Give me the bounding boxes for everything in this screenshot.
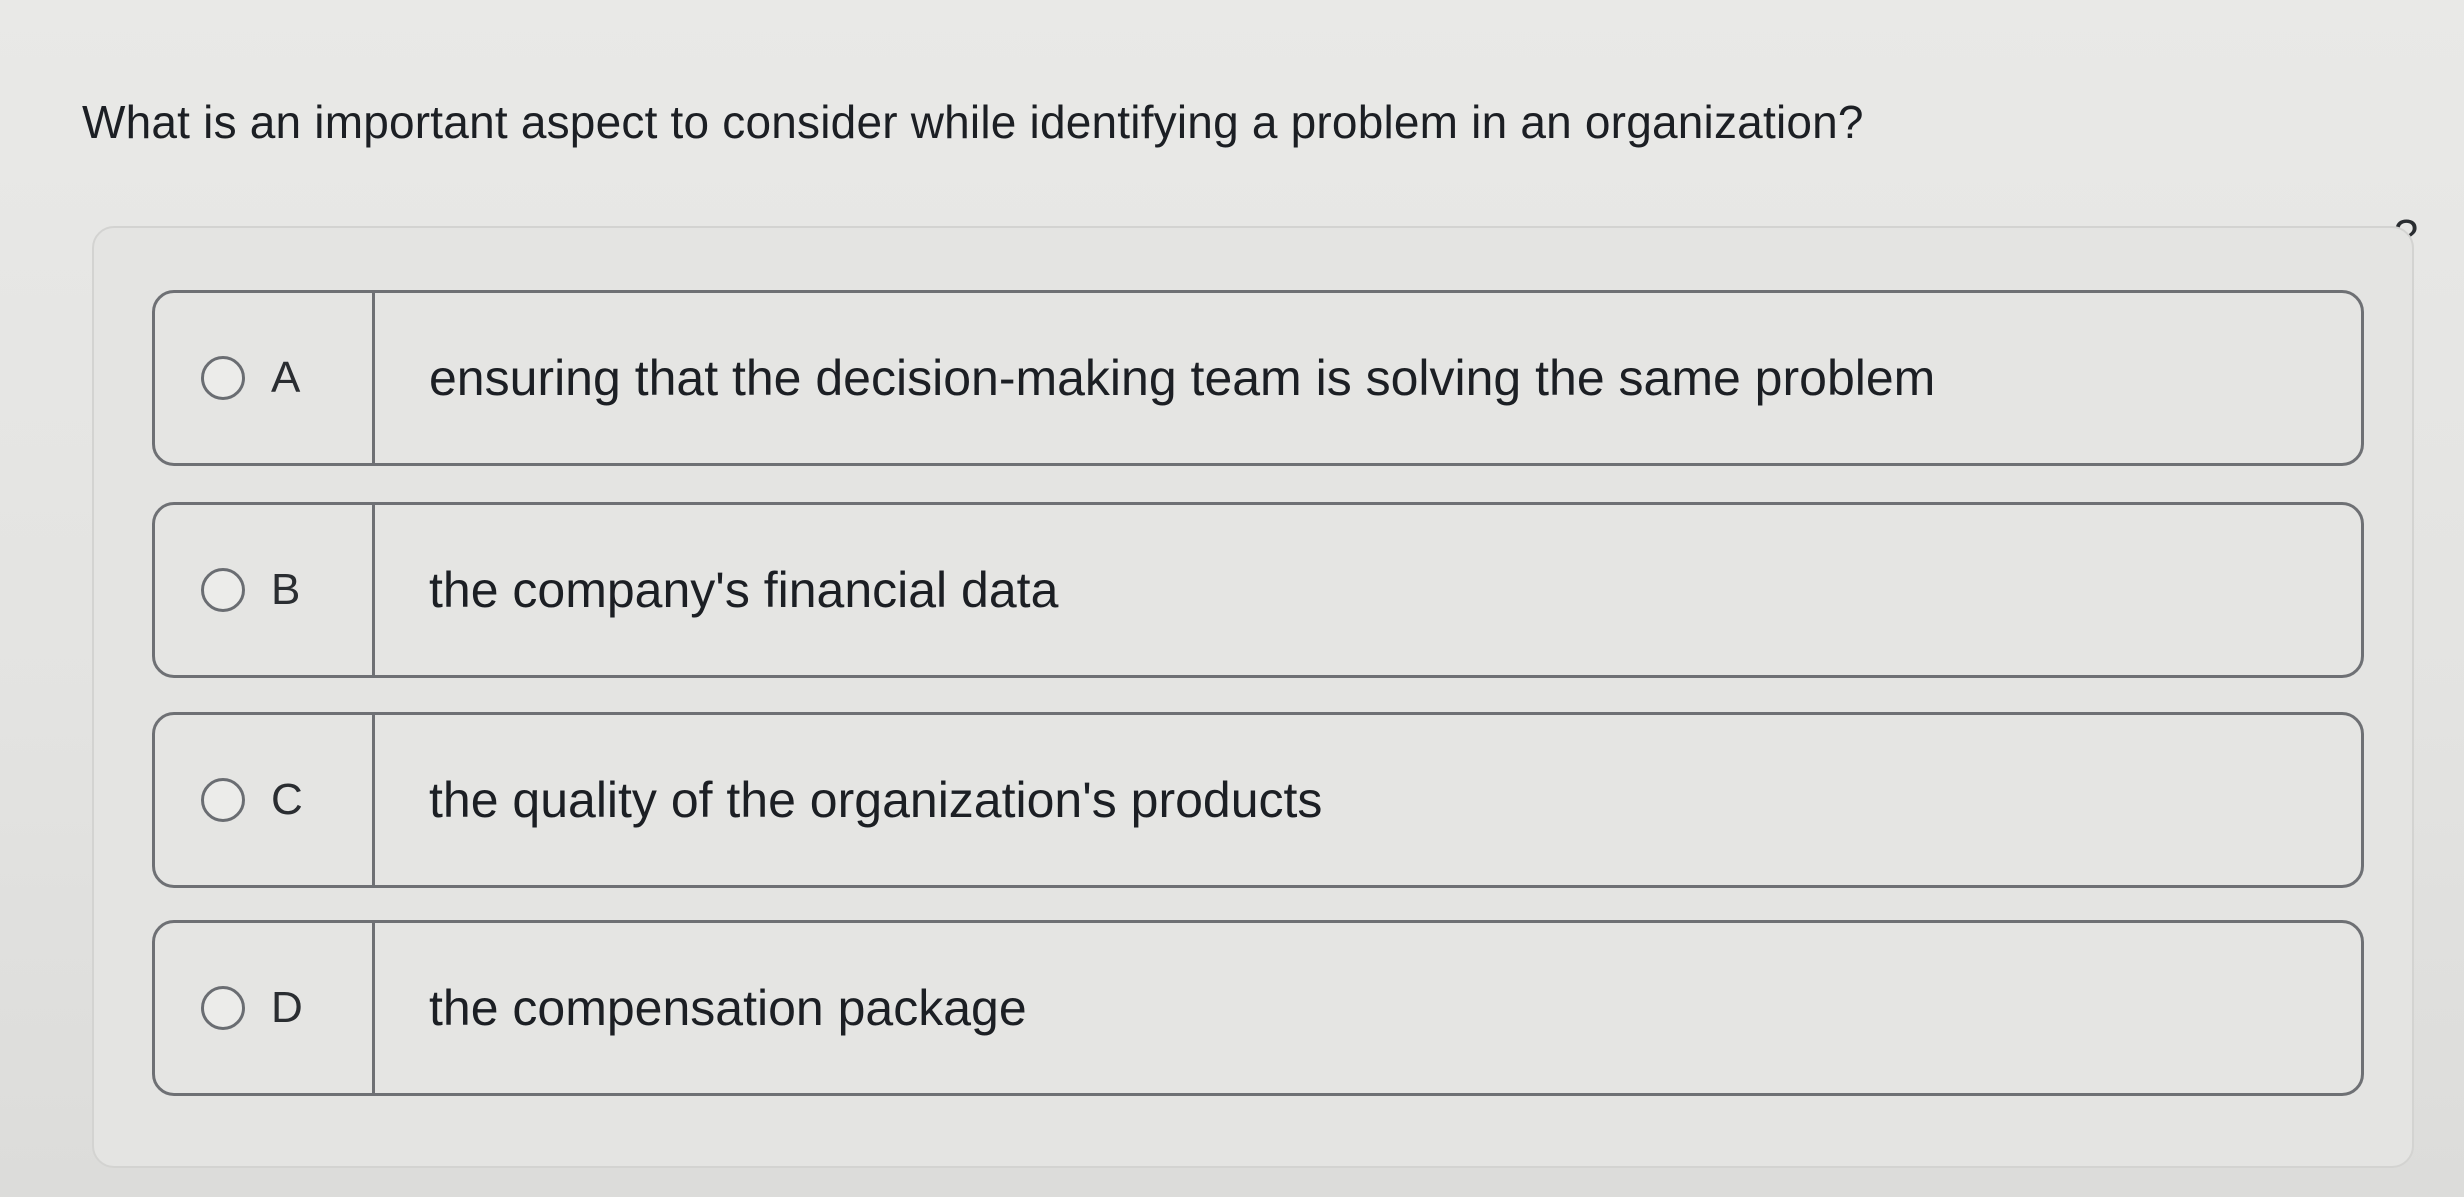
option-d-choice[interactable]: D xyxy=(155,923,375,1093)
radio-button[interactable] xyxy=(201,778,245,822)
quiz-page: What is an important aspect to consider … xyxy=(0,0,2464,1197)
option-b[interactable]: B the company's financial data xyxy=(152,502,2364,678)
option-letter: B xyxy=(271,565,301,614)
option-a[interactable]: A ensuring that the decision-making team… xyxy=(152,290,2364,466)
option-letter: D xyxy=(271,983,303,1032)
option-letter: A xyxy=(271,353,301,402)
option-letter: C xyxy=(271,775,303,824)
radio-button[interactable] xyxy=(201,986,245,1030)
option-c[interactable]: C the quality of the organization's prod… xyxy=(152,712,2364,888)
radio-button[interactable] xyxy=(201,356,245,400)
option-c-choice[interactable]: C xyxy=(155,715,375,885)
option-d[interactable]: D the compensation package xyxy=(152,920,2364,1096)
option-text: the company's financial data xyxy=(429,562,1059,618)
radio-button[interactable] xyxy=(201,568,245,612)
option-b-choice[interactable]: B xyxy=(155,505,375,675)
option-text: the quality of the organization's produc… xyxy=(429,772,1323,828)
question-text: What is an important aspect to consider … xyxy=(82,96,1864,148)
option-a-choice[interactable]: A xyxy=(155,293,375,463)
option-text: the compensation package xyxy=(429,980,1027,1036)
option-text: ensuring that the decision-making team i… xyxy=(429,350,1936,406)
options-panel: A ensuring that the decision-making team… xyxy=(92,226,2414,1168)
